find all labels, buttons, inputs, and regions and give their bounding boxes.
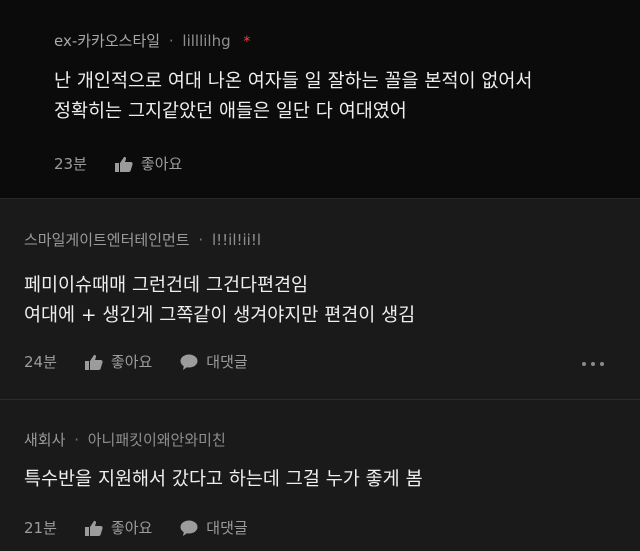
thumbs-up-icon: [84, 354, 103, 370]
reply-button[interactable]: 대댓글: [180, 517, 248, 538]
reply-label: 대댓글: [206, 353, 248, 371]
comment-time: 21분: [24, 519, 57, 537]
comment-line: 난 개인적으로 여대 나온 여자들 일 잘하는 꼴을 본적이 없어서: [54, 71, 533, 92]
comment-meta: 스마일게이트엔터테인먼트 · l!!il!ii!l: [24, 229, 640, 251]
author-hash: 아니패킷이왜안와미친: [87, 431, 226, 449]
comment-meta: 새회사 · 아니패킷이왜안와미친: [24, 429, 640, 451]
author-name[interactable]: 스마일게이트엔터테인먼트: [24, 231, 190, 249]
thumbs-up-icon: [84, 520, 103, 536]
like-button[interactable]: 좋아요: [114, 153, 183, 174]
like-button[interactable]: 좋아요: [84, 351, 153, 372]
author-hash: lilllilhg: [182, 32, 231, 50]
comment-card: 스마일게이트엔터테인먼트 · l!!il!ii!l 페미이슈때매 그런건데 그건…: [0, 198, 640, 399]
comment-line: 특수반을 지원해서 갔다고 하는데 그걸 누가 좋게 봄: [24, 469, 423, 490]
comment-card: ex-카카오스타일 · lilllilhg * 난 개인적으로 여대 나온 여자…: [0, 0, 640, 198]
author-name[interactable]: 새회사: [24, 431, 65, 449]
comment-body: 난 개인적으로 여대 나온 여자들 일 잘하는 꼴을 본적이 없어서 정확히는 …: [54, 67, 640, 127]
like-label: 좋아요: [140, 155, 183, 173]
comment-actions: 23분 좋아요: [54, 153, 182, 174]
comment-line: 정확히는 그지같았던 애들은 일단 다 여대였어: [54, 101, 407, 122]
comment-line: 여대에 + 생긴게 그쪽같이 생겨야지만 편견이 생김: [24, 305, 416, 326]
comment-line: 페미이슈때매 그런건데 그건다편견임: [24, 275, 309, 296]
comment-meta: ex-카카오스타일 · lilllilhg *: [54, 30, 640, 53]
speech-bubble-icon: [180, 354, 198, 370]
comment-time: 23분: [54, 155, 87, 173]
speech-bubble-icon: [180, 520, 198, 536]
thumbs-up-icon: [114, 156, 133, 172]
reply-button[interactable]: 대댓글: [180, 351, 248, 372]
meta-separator: ·: [198, 231, 204, 249]
comment-actions: 24분 좋아요 대댓글: [24, 351, 248, 372]
comment-card: 새회사 · 아니패킷이왜안와미친 특수반을 지원해서 갔다고 하는데 그걸 누가…: [0, 399, 640, 551]
like-button[interactable]: 좋아요: [84, 517, 153, 538]
comment-time: 24분: [24, 353, 57, 371]
author-name[interactable]: ex-카카오스타일: [54, 32, 160, 50]
comment-actions: 21분 좋아요 대댓글: [24, 517, 248, 538]
author-badge: *: [243, 34, 251, 50]
like-label: 좋아요: [110, 353, 153, 371]
author-hash: l!!il!ii!l: [211, 231, 262, 249]
reply-label: 대댓글: [206, 519, 248, 537]
like-label: 좋아요: [110, 519, 153, 537]
comment-body: 특수반을 지원해서 갔다고 하는데 그걸 누가 좋게 봄: [24, 465, 640, 495]
meta-separator: ·: [74, 431, 79, 449]
comment-body: 페미이슈때매 그런건데 그건다편견임 여대에 + 생긴게 그쪽같이 생겨야지만 …: [24, 271, 640, 331]
more-dots-icon[interactable]: [582, 362, 604, 366]
meta-separator: ·: [168, 32, 174, 50]
